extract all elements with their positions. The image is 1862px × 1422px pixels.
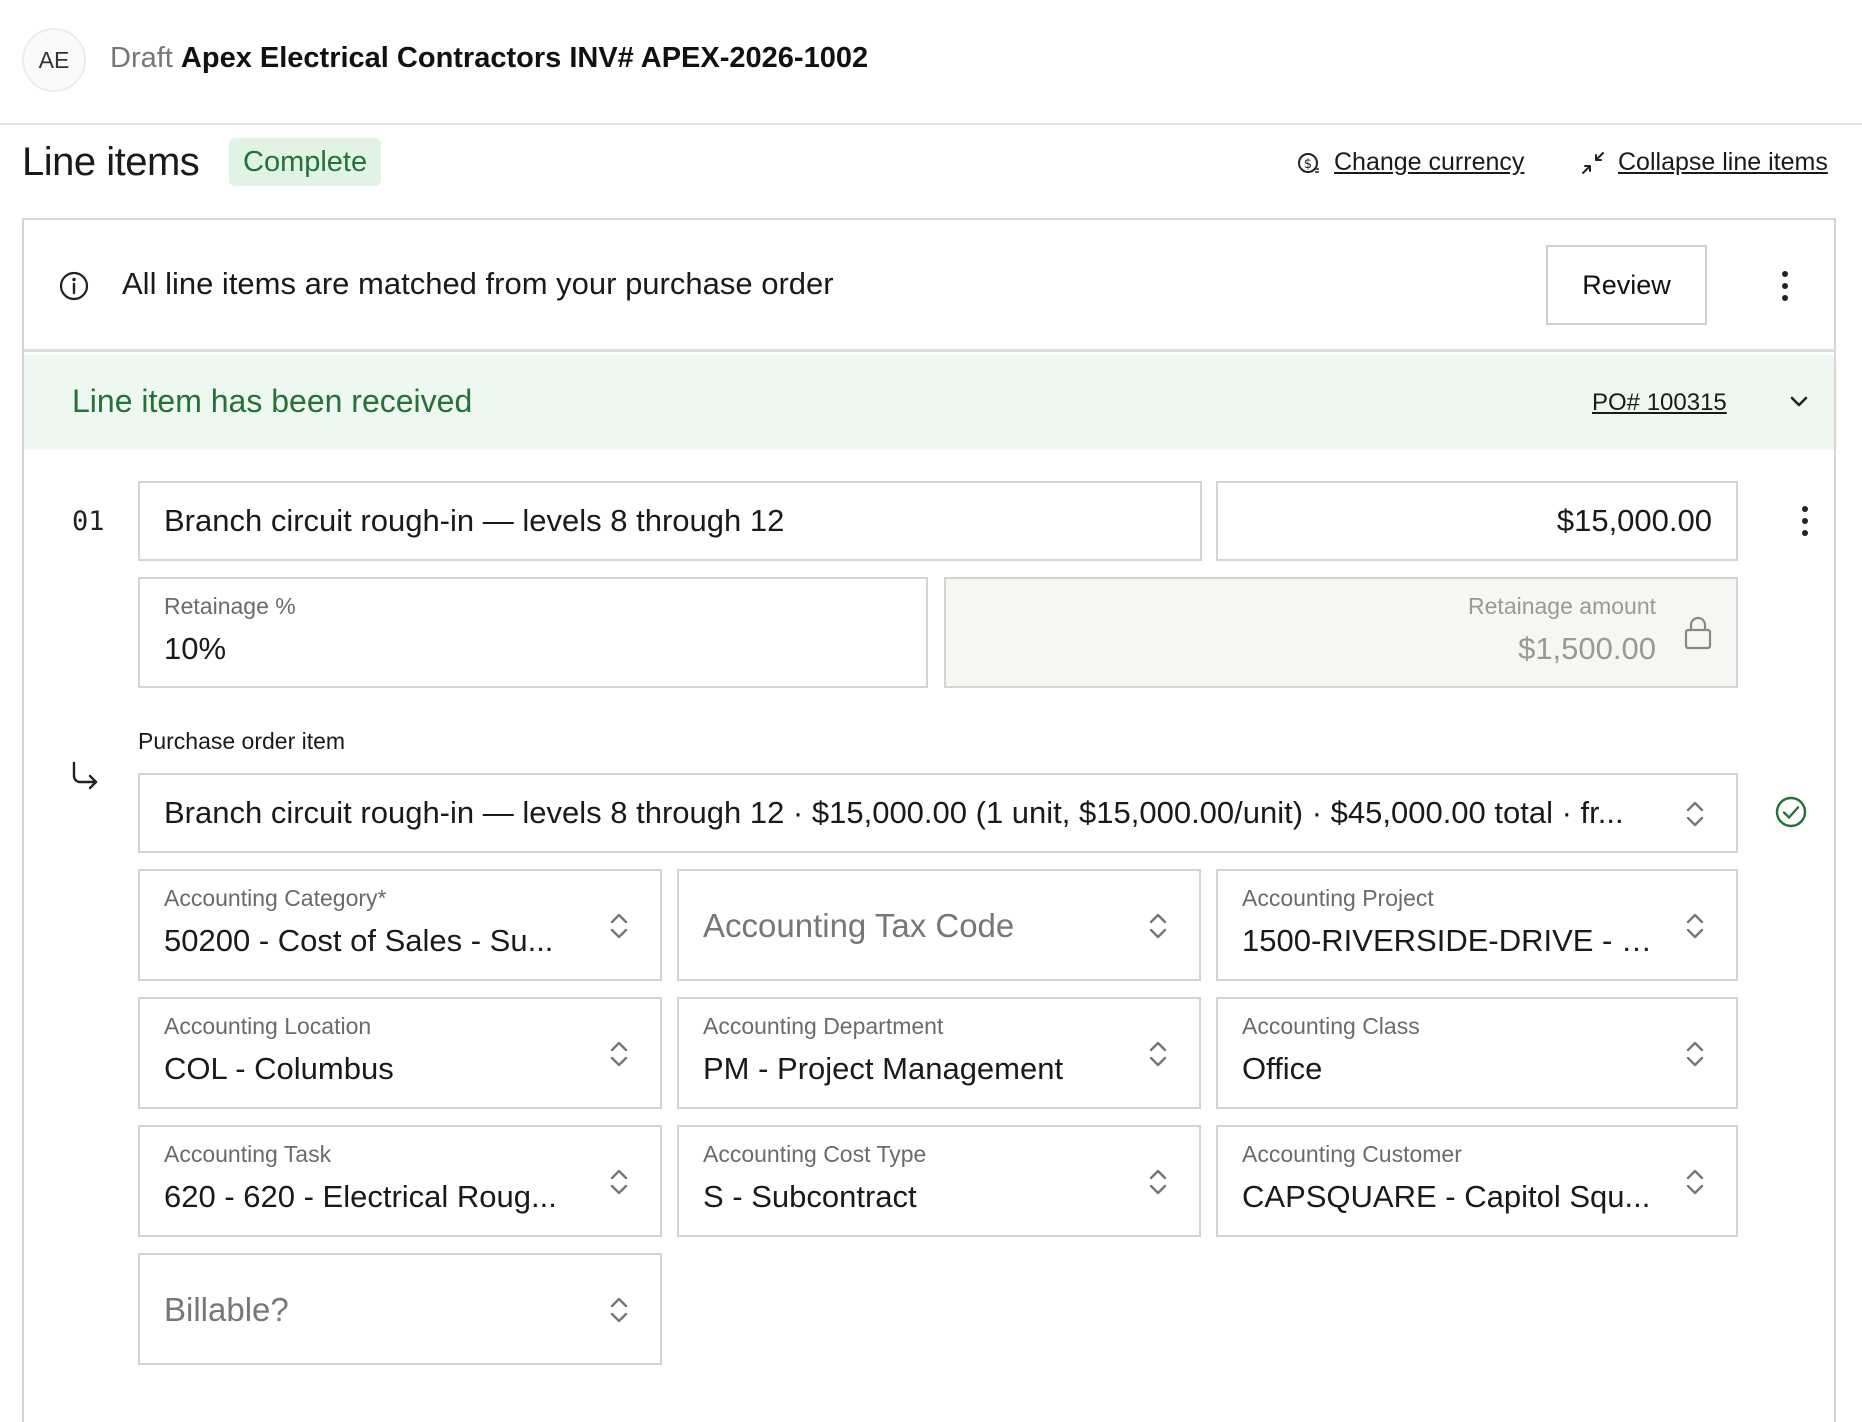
field-value: 620 - 620 - Electrical Roug... xyxy=(164,1179,557,1214)
updown-icon xyxy=(608,909,630,943)
field-label: Accounting Task xyxy=(164,1141,332,1167)
updown-icon xyxy=(608,1165,630,1199)
description-input[interactable]: Branch circuit rough-in — levels 8 throu… xyxy=(138,481,1202,561)
field-value: 50200 - Cost of Sales - Su... xyxy=(164,923,554,958)
updown-icon xyxy=(1684,1165,1706,1199)
change-currency-label: Change currency xyxy=(1334,148,1525,176)
collapse-line-items-link[interactable]: Collapse line items xyxy=(1580,148,1828,177)
change-currency-link[interactable]: $ Change currency xyxy=(1296,148,1524,177)
po-link[interactable]: PO# 100315 xyxy=(1592,389,1727,417)
line-number: 01 xyxy=(72,506,105,537)
review-button[interactable]: Review xyxy=(1546,245,1707,325)
avatar-initials: AE xyxy=(38,46,70,73)
description-value: Branch circuit rough-in — levels 8 throu… xyxy=(164,503,785,538)
updown-icon xyxy=(1147,1037,1169,1071)
status-badge: Complete xyxy=(229,138,382,186)
field-label: Accounting Customer xyxy=(1242,1141,1462,1167)
accounting-project-select[interactable]: Accounting Project 1500-RIVERSIDE-DRIVE … xyxy=(1216,869,1738,981)
updown-icon xyxy=(608,1037,630,1071)
field-label: Accounting Cost Type xyxy=(703,1141,927,1167)
accounting-class-select[interactable]: Accounting Class Office xyxy=(1216,997,1738,1109)
retainage-percent-value: 10% xyxy=(164,631,227,666)
updown-icon xyxy=(1684,797,1706,831)
draft-status: Draft xyxy=(110,42,173,74)
field-value: 1500-RIVERSIDE-DRIVE - 1... xyxy=(1242,923,1662,958)
vendor-invoice-title: Apex Electrical Contractors INV# APEX-20… xyxy=(180,42,869,74)
accounting-customer-select[interactable]: Accounting Customer CAPSQUARE - Capitol … xyxy=(1216,1125,1738,1237)
accounting-task-select[interactable]: Accounting Task 620 - 620 - Electrical R… xyxy=(138,1125,662,1237)
section-title: Line items xyxy=(22,140,200,184)
accounting-location-select[interactable]: Accounting Location COL - Columbus xyxy=(138,997,662,1109)
amount-value: $15,000.00 xyxy=(1556,503,1712,538)
updown-icon xyxy=(1684,909,1706,943)
subitem-arrow-icon xyxy=(72,761,98,790)
line-items-header: Line items Complete $ Change currency Co… xyxy=(22,136,1840,188)
field-label: Accounting Department xyxy=(703,1013,944,1039)
collapse-icon xyxy=(1582,151,1604,174)
received-banner: Line item has been received PO# 100315 xyxy=(24,355,1834,450)
match-message: All line items are matched from your pur… xyxy=(122,266,834,301)
field-label: Accounting Location xyxy=(164,1013,372,1039)
updown-icon xyxy=(1147,909,1169,943)
invoice-header: AE Draft Apex Electrical Contractors INV… xyxy=(0,0,1862,125)
po-item-select[interactable]: Branch circuit rough-in — levels 8 throu… xyxy=(138,773,1738,853)
field-value: PM - Project Management xyxy=(703,1051,1064,1086)
banner-more-icon[interactable] xyxy=(1770,266,1800,306)
retainage-amount-label: Retainage amount xyxy=(1468,593,1656,619)
svg-text:$: $ xyxy=(1304,157,1312,172)
check-circle-icon xyxy=(1775,796,1807,828)
updown-icon xyxy=(1147,1165,1169,1199)
field-value: S - Subcontract xyxy=(703,1179,917,1214)
field-label: Accounting Class xyxy=(1242,1013,1420,1039)
accounting-category-select[interactable]: Accounting Category* 50200 - Cost of Sal… xyxy=(138,869,662,981)
field-placeholder: Accounting Tax Code xyxy=(703,907,1015,944)
field-value: COL - Columbus xyxy=(164,1051,394,1086)
avatar[interactable]: AE xyxy=(22,28,86,92)
retainage-percent-field[interactable]: Retainage % 10% xyxy=(138,577,928,688)
field-placeholder: Billable? xyxy=(164,1291,289,1328)
field-value: Office xyxy=(1242,1051,1323,1086)
match-banner: All line items are matched from your pur… xyxy=(24,220,1834,352)
amount-input[interactable]: $15,000.00 xyxy=(1216,481,1738,561)
line-items-card: All line items are matched from your pur… xyxy=(22,218,1836,1422)
lock-icon xyxy=(1684,616,1712,650)
updown-icon xyxy=(608,1293,630,1327)
retainage-percent-label: Retainage % xyxy=(164,593,296,619)
collapse-line-items-label: Collapse line items xyxy=(1618,148,1828,176)
billable-select[interactable]: Billable? xyxy=(138,1253,662,1365)
po-item-label: Purchase order item xyxy=(138,728,346,754)
accounting-department-select[interactable]: Accounting Department PM - Project Manag… xyxy=(677,997,1201,1109)
field-label: Accounting Project xyxy=(1242,885,1434,911)
currency-icon: $ xyxy=(1298,152,1319,173)
accounting-tax-code-select[interactable]: Accounting Tax Code xyxy=(677,869,1201,981)
field-value: CAPSQUARE - Capitol Squ... xyxy=(1242,1179,1651,1214)
line-item-more-icon[interactable] xyxy=(1790,501,1820,541)
po-item-value: Branch circuit rough-in — levels 8 throu… xyxy=(164,795,1624,830)
info-icon xyxy=(59,271,89,301)
field-label: Accounting Category* xyxy=(164,885,387,911)
page-title: Draft Apex Electrical Contractors INV# A… xyxy=(110,42,868,75)
chevron-down-icon[interactable] xyxy=(1784,387,1814,417)
updown-icon xyxy=(1684,1037,1706,1071)
retainage-amount-field: Retainage amount $1,500.00 xyxy=(944,577,1738,688)
retainage-amount-value: $1,500.00 xyxy=(1518,631,1656,666)
received-message: Line item has been received xyxy=(72,383,473,419)
accounting-cost-type-select[interactable]: Accounting Cost Type S - Subcontract xyxy=(677,1125,1201,1237)
